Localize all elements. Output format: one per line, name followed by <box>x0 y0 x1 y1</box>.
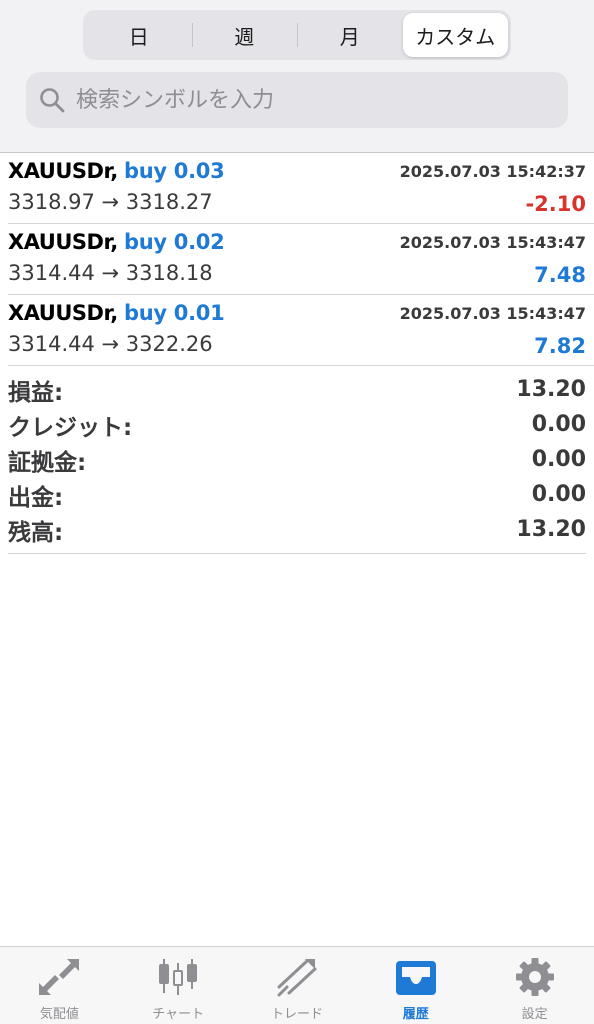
deal-time: 2025.07.03 15:42:37 <box>399 162 586 181</box>
candlestick-icon <box>159 959 198 995</box>
deal-time: 2025.07.03 15:43:47 <box>399 233 586 252</box>
deal-prices: 3314.44 → 3318.18 <box>8 261 213 285</box>
deal-symbol: XAUUSDr, <box>8 301 118 325</box>
quotes-icon <box>39 959 80 995</box>
summary-value: 13.20 <box>516 517 586 542</box>
bottom-tab-bar: 気配値 チャート トレード 履歴 設定 <box>0 946 594 1024</box>
summary-row-credit: クレジット: 0.00 <box>8 407 586 442</box>
deal-symbol: XAUUSDr, <box>8 230 118 254</box>
summary-value: 0.00 <box>531 447 586 472</box>
deal-side-volume: buy 0.01 <box>124 301 225 325</box>
account-summary: 損益: 13.20 クレジット: 0.00 証拠金: 0.00 出金: 0.00… <box>8 372 586 554</box>
tab-chart[interactable]: チャート <box>119 947 238 1024</box>
top-header: 日 週 月 カスタム <box>0 0 594 152</box>
deal-symbol: XAUUSDr, <box>8 159 118 183</box>
tab-trade[interactable]: トレード <box>238 947 357 1024</box>
tab-label: 気配値 <box>39 1007 79 1022</box>
summary-label: クレジット: <box>8 414 133 441</box>
summary-label: 損益: <box>8 379 64 406</box>
deal-side-volume: buy 0.02 <box>124 230 225 254</box>
deal-prices: 3314.44 → 3322.26 <box>8 332 213 356</box>
deal-profit: -2.10 <box>525 192 586 216</box>
inbox-icon <box>395 961 436 995</box>
deal-time: 2025.07.03 15:43:47 <box>399 304 586 323</box>
summary-label: 証拠金: <box>8 449 87 476</box>
search-bar[interactable] <box>26 72 568 128</box>
deals-list: XAUUSDr, buy 0.03 2025.07.03 15:42:37 33… <box>0 152 594 366</box>
summary-row-balance: 残高: 13.20 <box>8 512 586 547</box>
summary-value: 0.00 <box>531 482 586 507</box>
summary-label: 出金: <box>8 484 64 511</box>
deal-row[interactable]: XAUUSDr, buy 0.02 2025.07.03 15:43:47 33… <box>8 224 594 295</box>
summary-value: 0.00 <box>531 412 586 437</box>
trade-icon <box>277 959 317 997</box>
deal-row[interactable]: XAUUSDr, buy 0.01 2025.07.03 15:43:47 33… <box>8 295 594 366</box>
deal-side-volume: buy 0.03 <box>124 159 225 183</box>
tab-custom[interactable]: カスタム <box>402 13 508 57</box>
tab-label: チャート <box>152 1007 205 1022</box>
search-input[interactable] <box>76 87 536 113</box>
deal-prices: 3318.97 → 3318.27 <box>8 190 213 214</box>
search-icon <box>40 88 65 113</box>
summary-row-withdrawal: 出金: 0.00 <box>8 477 586 512</box>
deal-profit: 7.48 <box>534 263 586 287</box>
deal-row[interactable]: XAUUSDr, buy 0.03 2025.07.03 15:42:37 33… <box>8 153 594 224</box>
tab-label: 設定 <box>521 1007 548 1022</box>
tab-label: トレード <box>270 1007 323 1022</box>
summary-row-deposit: 証拠金: 0.00 <box>8 442 586 477</box>
summary-value: 13.20 <box>516 377 586 402</box>
summary-row-profit: 損益: 13.20 <box>8 372 586 407</box>
tab-label: 履歴 <box>402 1007 429 1022</box>
tab-month[interactable]: 月 <box>297 13 403 57</box>
tab-day[interactable]: 日 <box>86 13 192 57</box>
tab-history[interactable]: 履歴 <box>356 947 475 1024</box>
tab-quotes[interactable]: 気配値 <box>0 947 119 1024</box>
deal-profit: 7.82 <box>534 334 586 358</box>
tab-week[interactable]: 週 <box>192 13 298 57</box>
period-segmented-control: 日 週 月 カスタム <box>83 10 511 60</box>
tab-settings[interactable]: 設定 <box>475 947 594 1024</box>
summary-label: 残高: <box>8 519 64 546</box>
gear-icon <box>515 958 554 996</box>
